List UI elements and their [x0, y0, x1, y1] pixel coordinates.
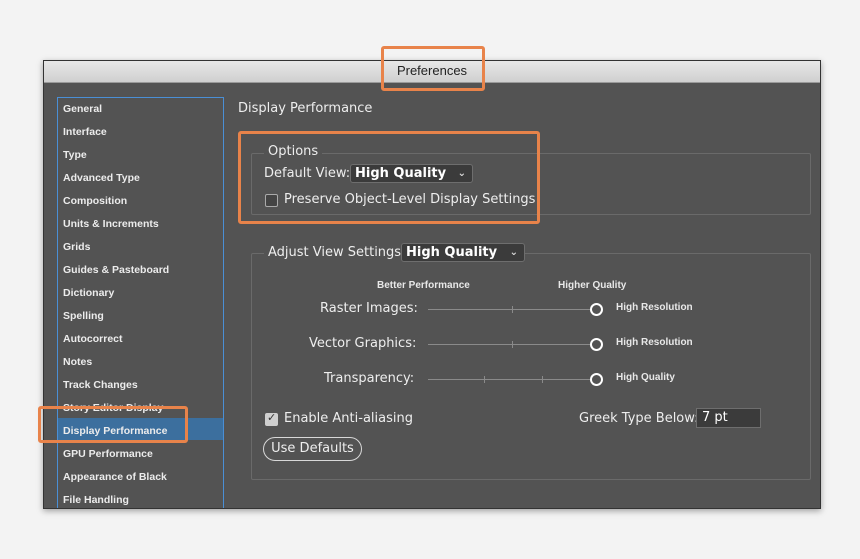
vector-graphics-knob[interactable] [590, 338, 603, 351]
slider-tick [512, 341, 513, 348]
sidebar-item-notes[interactable]: Notes [63, 356, 92, 368]
vector-graphics-label: Vector Graphics: [309, 336, 417, 351]
preserve-label: Preserve Object-Level Display Settings [284, 192, 536, 207]
sidebar-item-display-performance[interactable]: Display Performance [63, 425, 167, 437]
sidebar-item-type[interactable]: Type [63, 149, 87, 161]
anti-aliasing-checkbox[interactable] [265, 411, 278, 426]
section-title: Display Performance [238, 101, 373, 116]
greek-type-label: Greek Type Below: [579, 411, 699, 426]
preferences-window: Preferences General Interface Type Advan… [43, 60, 821, 509]
options-legend: Options [264, 144, 323, 159]
use-defaults-button[interactable]: Use Defaults [263, 437, 362, 461]
sidebar-item-track-changes[interactable]: Track Changes [63, 379, 138, 391]
transparency-value: High Quality [616, 372, 675, 383]
sidebar-item-dictionary[interactable]: Dictionary [63, 287, 114, 299]
raster-images-label: Raster Images: [320, 301, 418, 316]
transparency-knob[interactable] [590, 373, 603, 386]
higher-quality-label: Higher Quality [558, 280, 627, 291]
slider-tick [484, 376, 485, 383]
raster-images-value: High Resolution [616, 302, 693, 313]
preferences-sidebar: General Interface Type Advanced Type Com… [57, 97, 224, 508]
sidebar-item-appearance-black[interactable]: Appearance of Black [63, 471, 167, 483]
default-view-select[interactable]: High Quality ⌄ [350, 164, 473, 183]
sidebar-item-story-editor[interactable]: Story Editor Display [63, 402, 163, 414]
chevron-down-icon: ⌄ [509, 247, 518, 258]
sidebar-item-gpu-performance[interactable]: GPU Performance [63, 448, 153, 460]
greek-type-input[interactable]: 7 pt [696, 408, 761, 428]
transparency-slider[interactable] [428, 379, 596, 380]
chevron-down-icon: ⌄ [457, 168, 466, 179]
title-bar[interactable]: Preferences [44, 61, 820, 83]
sidebar-item-units[interactable]: Units & Increments [63, 218, 159, 230]
transparency-label: Transparency: [324, 371, 415, 386]
anti-aliasing-label: Enable Anti-aliasing [284, 411, 413, 426]
adjust-view-value: High Quality [406, 245, 498, 260]
sidebar-item-general[interactable]: General [63, 103, 102, 115]
sidebar-item-composition[interactable]: Composition [63, 195, 127, 207]
sidebar-item-advanced-type[interactable]: Advanced Type [63, 172, 140, 184]
default-view-label: Default View: [264, 166, 351, 181]
sidebar-item-interface[interactable]: Interface [63, 126, 107, 138]
vector-graphics-value: High Resolution [616, 337, 693, 348]
preserve-checkbox[interactable] [265, 194, 278, 207]
sidebar-item-guides[interactable]: Guides & Pasteboard [63, 264, 169, 276]
raster-images-knob[interactable] [590, 303, 603, 316]
adjust-view-select[interactable]: High Quality ⌄ [401, 243, 525, 262]
window-title: Preferences [396, 63, 468, 78]
adjust-view-label: Adjust View Settings: [264, 245, 410, 260]
default-view-value: High Quality [355, 166, 447, 181]
sidebar-item-file-handling[interactable]: File Handling [63, 494, 129, 506]
slider-tick [542, 376, 543, 383]
sidebar-item-spelling[interactable]: Spelling [63, 310, 104, 322]
slider-tick [512, 306, 513, 313]
sidebar-item-autocorrect[interactable]: Autocorrect [63, 333, 123, 345]
sidebar-item-grids[interactable]: Grids [63, 241, 90, 253]
better-performance-label: Better Performance [377, 280, 470, 291]
